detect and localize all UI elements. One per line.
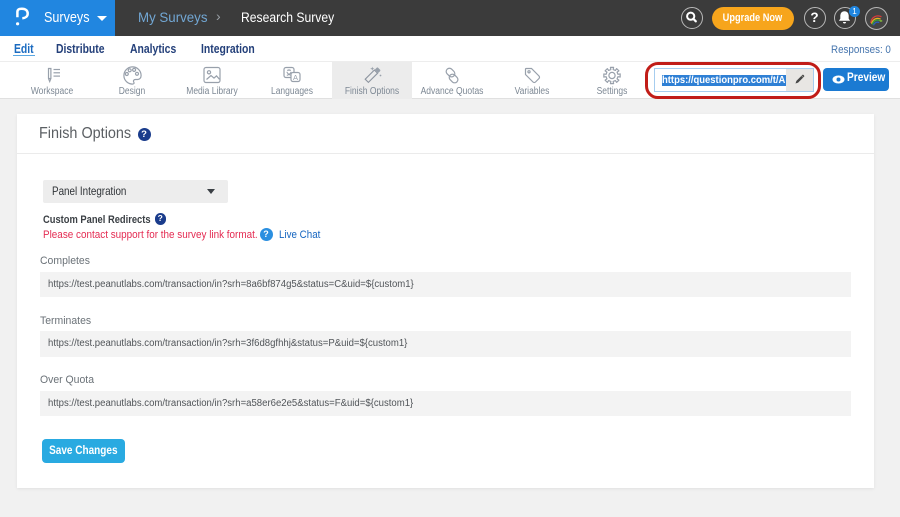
svg-text:A: A bbox=[293, 73, 298, 82]
